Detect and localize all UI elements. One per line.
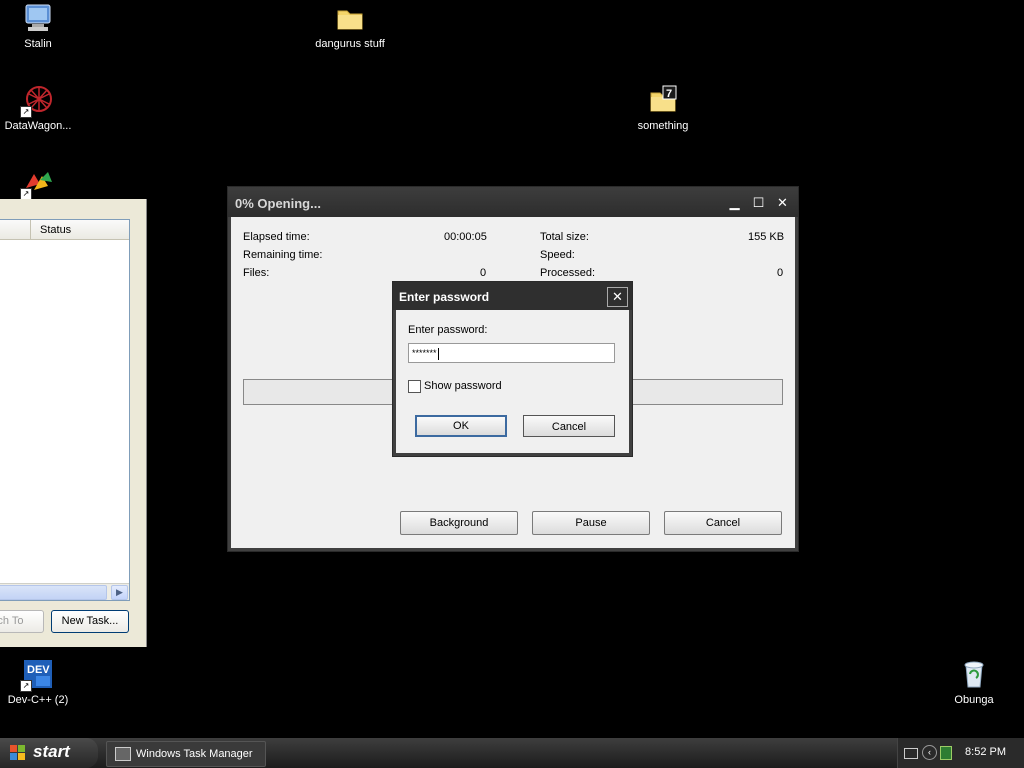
cancel-button[interactable]: Cancel (523, 415, 615, 437)
switch-to-button[interactable]: Switch To (0, 610, 44, 633)
svg-text:7: 7 (666, 88, 672, 100)
scroll-right-icon[interactable]: ▶ (111, 585, 128, 600)
task-manager-icon (115, 747, 131, 761)
taskbar-item-label: Windows Task Manager (136, 748, 253, 760)
shortcut-arrow-icon: ↗ (20, 680, 32, 692)
new-task-button[interactable]: New Task... (51, 610, 129, 633)
progress-window-title: 0% Opening... (235, 196, 321, 211)
svg-text:DEV: DEV (27, 664, 50, 676)
speed-label: Speed: (540, 249, 575, 261)
files-label: Files: (243, 267, 270, 279)
password-dialog-titlebar[interactable]: Enter password ✕ (393, 282, 632, 310)
elapsed-time-label: Elapsed time: (243, 231, 310, 243)
start-label: start (33, 742, 70, 761)
password-dialog: Enter password ✕ Enter password: *******… (392, 281, 633, 457)
devcpp-icon: DEV ↗ (20, 658, 54, 692)
show-hidden-icons-icon[interactable]: ‹ (922, 745, 937, 760)
processed-label: Processed: (540, 267, 596, 279)
text-caret (437, 347, 439, 360)
password-dialog-title: Enter password (399, 290, 490, 304)
task-manager-window: Status ▶ Switch To New Task... (0, 199, 147, 647)
desktop-icon-label: Stalin (24, 38, 52, 50)
desktop-icon-stalin[interactable]: Stalin (0, 2, 76, 50)
colorful-app-icon: ↗ (20, 166, 54, 200)
desktop-icon-label: dangurus stuff (315, 38, 385, 50)
datawagon-icon: ↗ (20, 84, 54, 118)
task-list-header: Status (0, 220, 129, 240)
desktop-icon-dangurus-stuff[interactable]: dangurus stuff (312, 2, 388, 50)
task-list[interactable]: Status ▶ (0, 219, 130, 601)
desktop-icon-devcpp[interactable]: DEV ↗ Dev-C++ (2) (0, 658, 76, 706)
horizontal-scrollbar[interactable]: ▶ (0, 583, 129, 600)
total-size-label: Total size: (540, 231, 589, 243)
status-column-header[interactable]: Status (40, 224, 71, 236)
progress-window-titlebar[interactable]: 0% Opening... ▁ ☐ ✕ (228, 187, 798, 217)
taskbar: start Windows Task Manager ‹ 8:52 PM (0, 738, 1024, 768)
processed-value: 0 (777, 267, 784, 279)
system-tray: ‹ 8:52 PM (897, 738, 1024, 768)
close-icon[interactable]: ✕ (607, 287, 628, 307)
desktop-icon-datawagon[interactable]: ↗ DataWagon... (0, 84, 76, 132)
ok-button[interactable]: OK (415, 415, 507, 437)
show-password-checkbox[interactable] (408, 380, 421, 393)
remaining-time-label: Remaining time: (243, 249, 323, 261)
desktop-icon-label: something (637, 120, 689, 132)
close-icon[interactable]: ✕ (773, 194, 792, 212)
password-prompt-label: Enter password: (408, 324, 488, 336)
password-value: ******* (412, 348, 437, 358)
scrollbar-thumb[interactable] (0, 585, 107, 600)
cancel-button[interactable]: Cancel (664, 511, 782, 535)
total-size-value: 155 KB (748, 231, 785, 243)
desktop-icon-obunga[interactable]: Obunga (936, 658, 1012, 706)
pause-button[interactable]: Pause (532, 511, 650, 535)
password-dialog-body: Enter password: ******* Show password OK… (396, 310, 629, 453)
minimize-icon[interactable]: ▁ (725, 194, 744, 212)
maximize-icon[interactable]: ☐ (749, 194, 768, 212)
7z-folder-icon: 7 (647, 84, 679, 116)
files-value: 0 (480, 267, 487, 279)
windows-logo-icon (10, 745, 26, 761)
task-column-header[interactable] (0, 220, 31, 239)
recycle-bin-icon (958, 658, 990, 690)
start-button[interactable]: start (0, 738, 98, 768)
desktop-icon-app[interactable]: ↗ (0, 166, 76, 200)
shortcut-arrow-icon: ↗ (20, 106, 32, 118)
password-input[interactable]: ******* (408, 343, 615, 363)
keyboard-icon[interactable] (904, 748, 918, 759)
network-icon[interactable] (940, 746, 952, 760)
show-password-label[interactable]: Show password (424, 380, 502, 392)
background-button[interactable]: Background (400, 511, 518, 535)
desktop-icon-label: Dev-C++ (2) (7, 694, 69, 706)
computer-icon (22, 2, 54, 34)
desktop-icon-label: DataWagon... (4, 120, 72, 132)
desktop-icon-label: Obunga (954, 694, 994, 706)
clock[interactable]: 8:52 PM (965, 746, 1006, 758)
taskbar-item-task-manager[interactable]: Windows Task Manager (106, 741, 266, 767)
folder-icon (334, 2, 366, 34)
elapsed-time-value: 00:00:05 (444, 231, 487, 243)
desktop-icon-something[interactable]: 7 something (625, 84, 701, 132)
